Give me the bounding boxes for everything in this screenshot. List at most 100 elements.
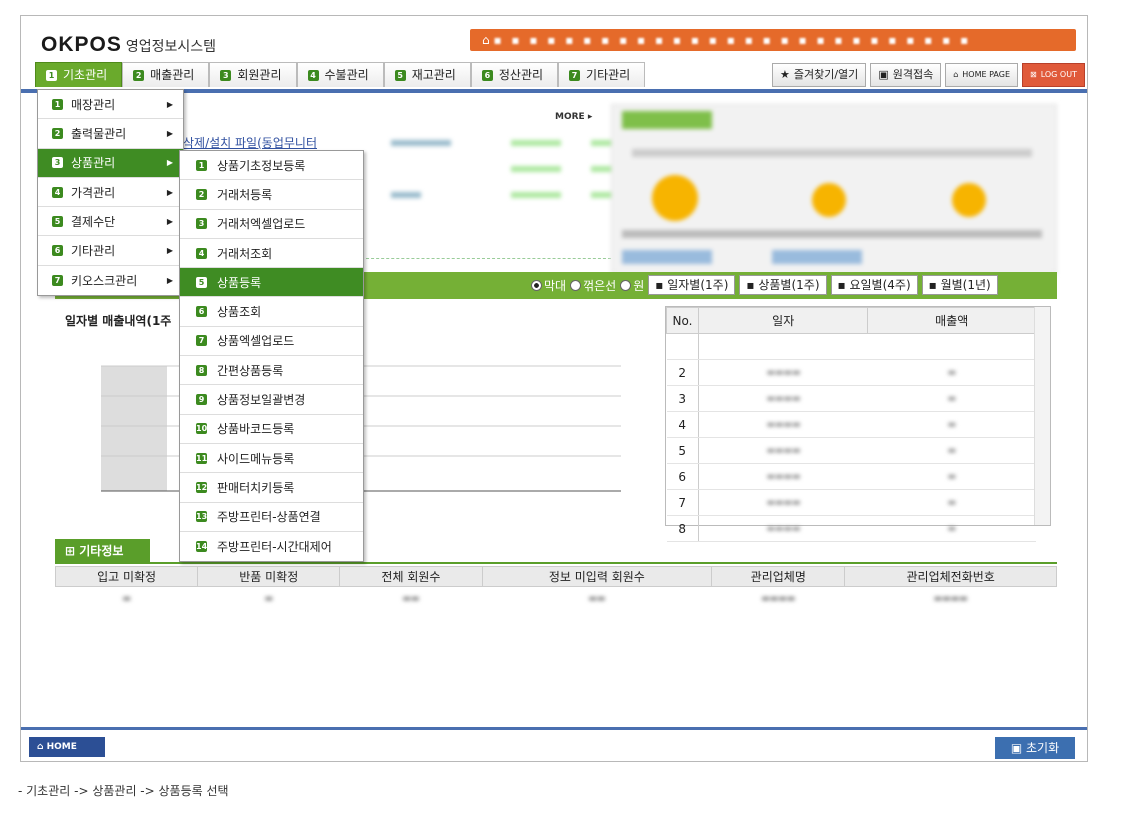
submenu-vendor-register[interactable]: 2 거래처등록	[180, 180, 363, 210]
row-date: ▬▬▬▬	[698, 515, 868, 542]
top-toolbar: ★ 즐겨찾기/열기 ▣ 원격접속 ⌂ HOME PAGE ⊠ LOG OUT	[772, 63, 1085, 87]
submenu-product-excel-upload[interactable]: 7 상품엑셀업로드	[180, 327, 363, 357]
menu-label: 판매터치키등록	[217, 480, 295, 495]
tab-settlement[interactable]: 6 정산관리	[470, 62, 559, 87]
menu-item-product[interactable]: 3 상품관리 ▶	[38, 148, 183, 178]
tab-inout[interactable]: 4 수불관리	[296, 62, 384, 87]
home-button[interactable]: ⌂ HOME	[29, 737, 105, 757]
row-amount: ▬	[867, 385, 1036, 412]
submenu-product-base-info[interactable]: 1 상품기초정보등록	[180, 151, 363, 181]
radio-label: 막대	[544, 278, 567, 293]
menu-label: 상품기초정보등록	[217, 158, 306, 173]
submenu-simple-product-register[interactable]: 8 간편상품등록	[180, 356, 363, 386]
tab-num-icon: 3	[220, 69, 232, 81]
remote-button[interactable]: ▣ 원격접속	[870, 63, 942, 87]
submenu-vendor-search[interactable]: 4 거래처조회	[180, 239, 363, 269]
row-no: 4	[666, 411, 699, 438]
row-no: 5	[666, 437, 699, 464]
menu-item-kiosk[interactable]: 7 키오스크관리 ▶	[38, 266, 183, 295]
menu-item-print[interactable]: 2 출력물관리 ▶	[38, 119, 183, 149]
row-amount: ▬	[867, 463, 1036, 490]
tab-members[interactable]: 3 회원관리	[209, 62, 297, 87]
logo-subtitle: 영업정보시스템	[125, 38, 217, 54]
logout-button[interactable]: ⊠ LOG OUT	[1022, 63, 1085, 87]
row-no: 2	[666, 359, 699, 386]
homepage-button[interactable]: ⌂ HOME PAGE	[945, 63, 1018, 87]
menu-num-icon: 10	[196, 423, 208, 435]
chevron-right-icon: ▶	[166, 187, 173, 197]
chart-title: 일자별 매출내역(1주	[65, 314, 172, 328]
submenu-kitchen-printer-link[interactable]: 13 주방프린터-상품연결	[180, 503, 363, 532]
home-icon: ⌂	[482, 33, 494, 47]
menu-label: 매장관리	[71, 97, 116, 112]
table-row	[666, 333, 699, 360]
app-window: OKPOS 영업정보시스템 ⌂ ▪ ▪ ▪ ▪ ▪ ▪ ▪ ▪ ▪ ▪ ▪ ▪ ▪…	[20, 15, 1088, 762]
row-no: 6	[666, 463, 699, 490]
menu-label: 상품조회	[217, 305, 262, 320]
row-date: ▬▬▬▬	[698, 411, 868, 438]
radio-label: 원	[633, 278, 645, 293]
menu-label: 사이드메뉴등록	[217, 451, 295, 466]
weekday-4week-button[interactable]: ▪ 요일별(4주)	[830, 275, 918, 295]
button-label: 일자별(1주)	[667, 278, 729, 292]
submenu-product-barcode[interactable]: 10 상품바코드등록	[180, 415, 363, 444]
radio-line[interactable]: 꺾은선	[570, 277, 616, 294]
col-agency-phone: 관리업체전화번호	[844, 566, 1057, 587]
menu-label: 상품정보일괄변경	[217, 393, 306, 408]
star-icon: ★	[780, 68, 790, 81]
tab-label: 기타관리	[586, 67, 631, 82]
row-no: 3	[666, 385, 699, 412]
more-link[interactable]: MORE ▸	[555, 112, 592, 122]
row-amount: ▬	[867, 411, 1036, 438]
tab-label: 재고관리	[411, 67, 456, 82]
tab-basic[interactable]: 1 기초관리	[35, 62, 123, 87]
table-cell: ▬▬▬▬	[761, 593, 796, 604]
grid-scrollbar[interactable]	[1034, 307, 1050, 525]
menu-num-icon: 2	[52, 127, 63, 139]
menu-num-icon: 11	[196, 452, 208, 464]
submenu-product-bulk-change[interactable]: 9 상품정보일괄변경	[180, 385, 363, 415]
menu-item-store[interactable]: 1 매장관리 ▶	[38, 90, 183, 120]
weather-panel	[611, 104, 1057, 274]
submenu-side-menu[interactable]: 11 사이드메뉴등록	[180, 444, 363, 474]
monthly-year-button[interactable]: ▪ 월별(1년)	[921, 275, 998, 295]
etc-info-tab[interactable]: ⊞ 기타정보	[55, 539, 150, 563]
reset-button[interactable]: ▣ 초기화	[995, 737, 1075, 759]
row-date: ▬▬▬▬	[698, 359, 868, 386]
expand-icon: ⊞	[65, 544, 80, 558]
submenu-product-search[interactable]: 6 상품조회	[180, 297, 363, 327]
logout-label: LOG OUT	[1040, 70, 1077, 79]
submenu-touch-key[interactable]: 12 판매터치키등록	[180, 473, 363, 503]
row-amount: ▬	[867, 359, 1036, 386]
chevron-right-icon: ▶	[166, 128, 173, 138]
sales-grid[interactable]: No. 일자 매출액 2 ▬▬▬▬ ▬ 3 ▬▬▬▬ ▬ 4 ▬▬▬▬ ▬ 5 ▬▬▬▬ ▬ 6…	[665, 306, 1051, 542]
submenu-product-register[interactable]: 5 상품등록	[180, 268, 363, 298]
menu-item-payment[interactable]: 5 결제수단 ▶	[38, 207, 183, 237]
notice-ticker[interactable]: ⌂ ▪ ▪ ▪ ▪ ▪ ▪ ▪ ▪ ▪ ▪ ▪ ▪ ▪ ▪ ▪ ▪ ▪ ▪ ▪ …	[470, 29, 1076, 51]
radio-checked-icon	[531, 279, 542, 291]
menu-item-etc[interactable]: 6 기타관리 ▶	[38, 236, 183, 266]
monitor-icon: ▣	[1010, 741, 1027, 755]
daily-week-button[interactable]: ▪ 일자별(1주)	[648, 275, 736, 295]
favorites-button[interactable]: ★ 즐겨찾기/열기	[772, 63, 867, 87]
menu-num-icon: 6	[52, 245, 63, 257]
tab-etc[interactable]: 7 기타관리	[558, 62, 646, 87]
radio-pie[interactable]: 원	[620, 277, 644, 294]
menu-label: 간편상품등록	[217, 363, 284, 378]
product-week-button[interactable]: ▪ 상품별(1주)	[739, 275, 827, 295]
tab-num-icon: 2	[133, 69, 145, 81]
button-label: 상품별(1주)	[758, 278, 820, 292]
menu-num-icon: 1	[52, 98, 63, 110]
tab-sales[interactable]: 2 매출관리	[122, 62, 210, 87]
submenu-vendor-excel-upload[interactable]: 3 거래처엑셀업로드	[180, 210, 363, 239]
tab-num-icon: 4	[307, 69, 319, 81]
etc-tab-label: 기타정보	[79, 544, 124, 558]
tab-stock[interactable]: 5 재고관리	[383, 62, 471, 87]
menu-item-price[interactable]: 4 가격관리 ▶	[38, 178, 183, 208]
footer-divider	[21, 727, 1087, 730]
row-date: ▬▬▬▬	[698, 489, 868, 516]
tab-label: 매출관리	[150, 67, 195, 82]
submenu-kitchen-printer-time[interactable]: 14 주방프린터-시간대제어	[180, 532, 363, 561]
tab-num-icon: 1	[46, 69, 57, 81]
radio-bar[interactable]: 막대	[531, 277, 566, 294]
